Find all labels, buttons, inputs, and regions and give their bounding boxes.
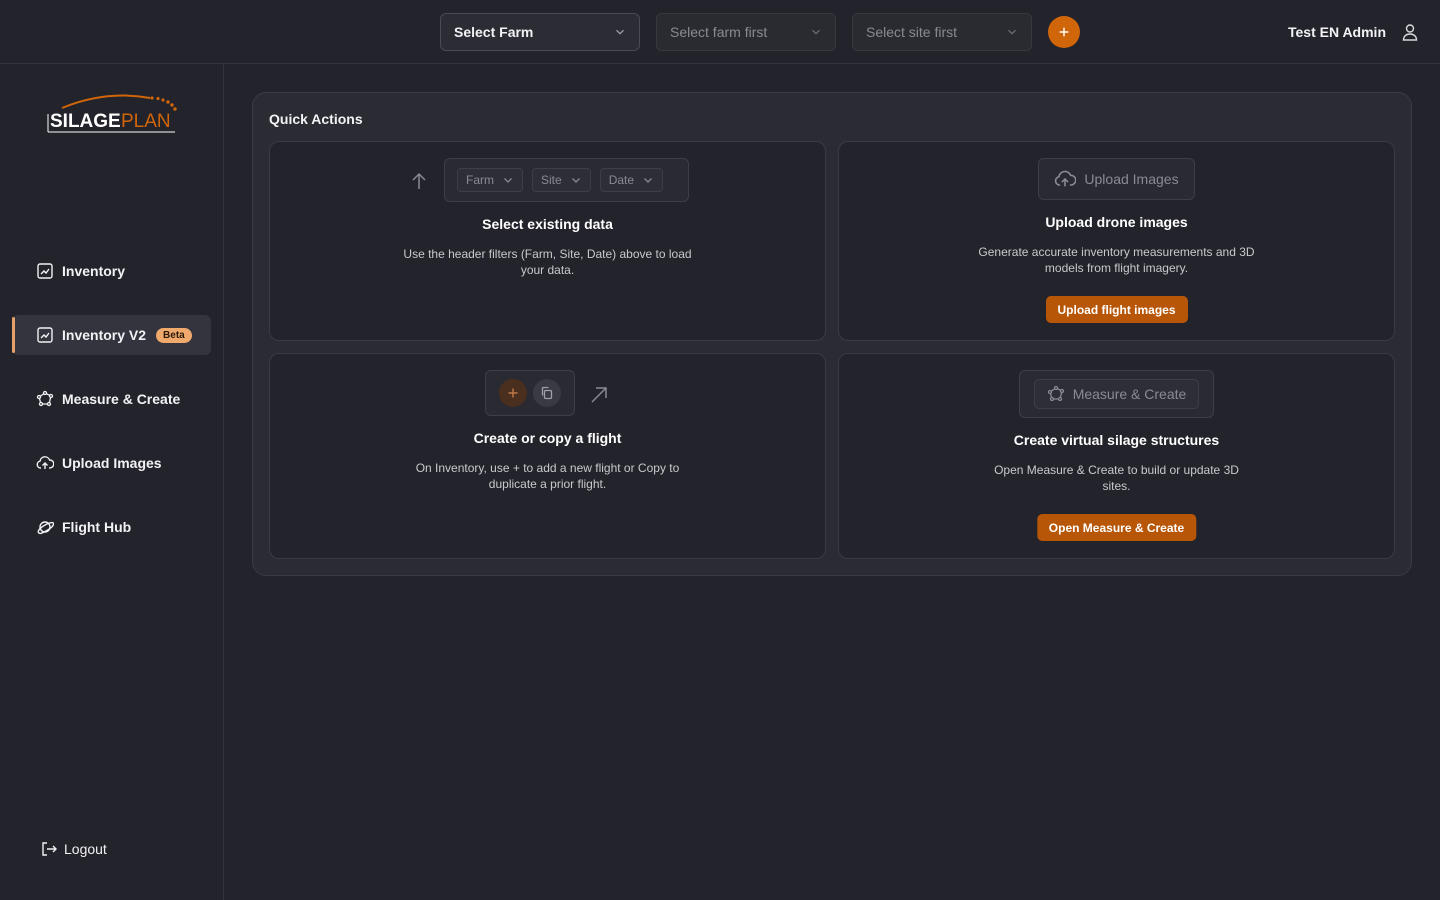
select-data-card: Farm Site Date Select existing data Use … bbox=[269, 141, 826, 341]
logout-icon bbox=[42, 842, 57, 856]
upload-flight-images-button[interactable]: Upload flight images bbox=[1045, 296, 1188, 323]
user-icon bbox=[1402, 24, 1418, 41]
sidebar-item-measure-create[interactable]: Measure & Create bbox=[12, 379, 211, 419]
ghost-label: Upload Images bbox=[1084, 171, 1179, 187]
filter-label: Farm bbox=[466, 173, 494, 187]
sidebar-item-label: Inventory V2 bbox=[62, 327, 147, 343]
chevron-down-icon bbox=[616, 29, 624, 35]
filter-preview: Farm Site Date bbox=[444, 158, 689, 202]
logout-label: Logout bbox=[64, 841, 107, 857]
chart-icon bbox=[37, 327, 53, 343]
chevron-down-icon bbox=[571, 178, 580, 183]
site-select[interactable]: Select farm first bbox=[656, 13, 836, 51]
upload-card: Upload Images Upload drone images Genera… bbox=[838, 141, 1395, 341]
card-description: Generate accurate inventory measurements… bbox=[978, 245, 1255, 275]
filter-label: Date bbox=[608, 173, 635, 187]
add-flight-button[interactable] bbox=[1048, 16, 1080, 48]
chevron-down-icon bbox=[812, 29, 820, 35]
user-name: Test EN Admin bbox=[1287, 24, 1386, 40]
sidebar-item-inventory[interactable]: Inventory bbox=[12, 251, 211, 291]
user-menu[interactable]: Test EN Admin bbox=[1288, 16, 1420, 48]
planet-icon bbox=[37, 521, 54, 535]
card-title: Create virtual silage structures bbox=[1013, 432, 1220, 448]
plus-icon bbox=[1059, 27, 1069, 37]
flight-actions-preview bbox=[485, 370, 575, 416]
arrow-up-right-icon bbox=[591, 387, 607, 403]
farm-select-label: Select Farm bbox=[454, 24, 534, 40]
add-flight-preview bbox=[499, 379, 527, 407]
date-select[interactable]: Select site first bbox=[852, 13, 1032, 51]
card-description: Open Measure & Create to build or update… bbox=[994, 463, 1239, 493]
silageplan-logo[interactable]: SILAGE PLAN bbox=[46, 92, 180, 136]
card-title: Create or copy a flight bbox=[473, 430, 622, 446]
polygon-icon bbox=[1047, 385, 1064, 402]
sidebar-item-inventory-v2[interactable]: Inventory V2 Beta bbox=[12, 315, 211, 355]
copy-flight-preview bbox=[533, 379, 561, 407]
farm-select[interactable]: Select Farm bbox=[440, 13, 640, 51]
plus-icon bbox=[508, 388, 518, 398]
ghost-label: Measure & Create bbox=[1072, 386, 1187, 402]
cloud-upload-icon bbox=[1055, 170, 1077, 187]
sidebar-item-label: Inventory bbox=[62, 263, 126, 279]
measure-preview: Measure & Create bbox=[1019, 370, 1214, 418]
open-measure-create-button[interactable]: Open Measure & Create bbox=[1036, 514, 1197, 541]
sidebar-item-flight-hub[interactable]: Flight Hub bbox=[12, 507, 211, 547]
svg-text:SILAGE: SILAGE bbox=[50, 111, 121, 132]
sidebar-item-label: Upload Images bbox=[62, 455, 162, 471]
date-filter-preview: Date bbox=[599, 168, 664, 192]
beta-badge: Beta bbox=[156, 327, 192, 343]
card-title: Select existing data bbox=[482, 216, 613, 232]
sidebar: SILAGE PLAN Inventory Inventory V2 Beta … bbox=[0, 64, 224, 900]
card-title: Upload drone images bbox=[1045, 214, 1188, 230]
card-description: On Inventory, use + to add a new flight … bbox=[415, 461, 680, 491]
chevron-down-icon bbox=[1008, 29, 1016, 35]
chevron-down-icon bbox=[644, 178, 653, 183]
measure-card: Measure & Create Create virtual silage s… bbox=[838, 353, 1395, 559]
date-select-label: Select site first bbox=[866, 24, 958, 40]
quick-actions-panel: Quick Actions Farm Site Date Select exis… bbox=[252, 92, 1412, 576]
filter-label: Site bbox=[541, 173, 562, 187]
site-filter-preview: Site bbox=[532, 168, 591, 192]
chevron-down-icon bbox=[504, 178, 512, 183]
sidebar-item-label: Measure & Create bbox=[62, 391, 181, 407]
sidebar-item-upload-images[interactable]: Upload Images bbox=[12, 443, 211, 483]
upload-preview: Upload Images bbox=[1038, 158, 1195, 200]
svg-text:PLAN: PLAN bbox=[121, 111, 171, 132]
logout-button[interactable]: Logout bbox=[40, 840, 107, 858]
flight-card: Create or copy a flight On Inventory, us… bbox=[269, 353, 826, 559]
farm-filter-preview: Farm bbox=[457, 168, 523, 192]
copy-icon bbox=[541, 386, 553, 400]
sidebar-item-label: Flight Hub bbox=[62, 519, 132, 535]
panel-title: Quick Actions bbox=[269, 111, 363, 127]
site-select-label: Select farm first bbox=[670, 24, 768, 40]
chart-icon bbox=[37, 263, 53, 279]
top-bar: Select Farm Select farm first Select sit… bbox=[0, 0, 1440, 64]
polygon-icon bbox=[36, 390, 54, 407]
card-description: Use the header filters (Farm, Site, Date… bbox=[403, 247, 692, 277]
cloud-upload-icon bbox=[36, 456, 54, 469]
arrow-up-icon bbox=[412, 172, 426, 189]
